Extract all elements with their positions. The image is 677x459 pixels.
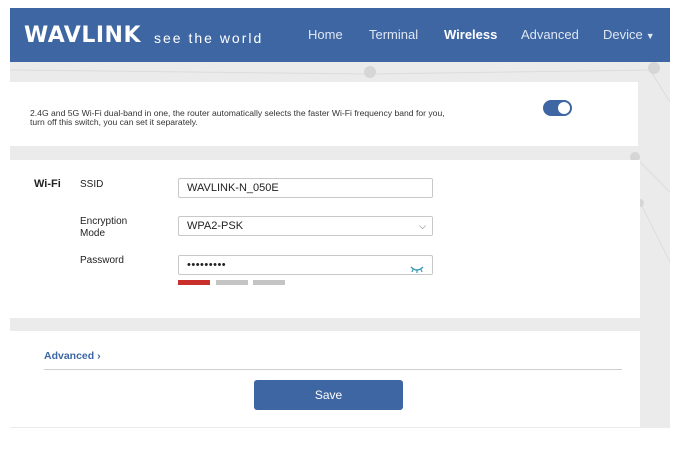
ssid-input[interactable]: WAVLINK-N_050E — [178, 178, 433, 198]
wifi-section-title: Wi-Fi — [34, 178, 61, 190]
encryption-label-line2: Mode — [80, 228, 106, 239]
dualband-toggle[interactable] — [543, 100, 572, 116]
password-strength-bar-2 — [216, 280, 248, 285]
save-button[interactable]: Save — [254, 380, 403, 410]
nav-advanced[interactable]: Advanced — [521, 27, 579, 42]
encryption-label-line1: Encryption — [80, 216, 128, 227]
wavlink-logo[interactable]: WAVLINK — [24, 23, 141, 48]
ssid-value: WAVLINK-N_050E — [187, 182, 279, 194]
nav-wireless[interactable]: Wireless — [444, 27, 497, 42]
dualband-description-line2: turn off this switch, you can set it sep… — [30, 117, 198, 127]
dualband-card: 2.4G and 5G Wi-Fi dual-band in one, the … — [10, 82, 638, 146]
top-header: WAVLINK see the world Home Terminal Wire… — [10, 8, 670, 62]
encryption-mode-label: Encryption Mode — [80, 216, 127, 240]
nav-terminal[interactable]: Terminal — [369, 27, 418, 42]
password-strength-bar-3 — [253, 280, 285, 285]
nav-device-label: Device — [603, 27, 643, 42]
toggle-knob — [558, 102, 570, 114]
advanced-link-label: Advanced — [44, 350, 95, 362]
advanced-link[interactable]: Advanced › — [44, 350, 101, 362]
encryption-mode-value: WPA2-PSK — [187, 220, 244, 232]
eye-closed-icon[interactable] — [410, 261, 424, 279]
chevron-right-icon: › — [97, 350, 101, 362]
password-strength-bar-1 — [178, 280, 210, 285]
divider — [44, 369, 622, 370]
password-value: ••••••••• — [187, 259, 227, 271]
ssid-label: SSID — [80, 179, 104, 190]
dualband-description: 2.4G and 5G Wi-Fi dual-band in one, the … — [30, 109, 530, 127]
caret-down-icon: ▼ — [645, 31, 655, 41]
password-input[interactable]: ••••••••• — [178, 255, 433, 275]
brand-tagline: see the world — [154, 30, 264, 46]
wifi-settings-card: Wi-Fi SSID WAVLINK-N_050E Encryption Mod… — [10, 160, 640, 318]
nav-home[interactable]: Home — [308, 27, 343, 42]
nav-device[interactable]: Device ▼ — [603, 27, 655, 42]
encryption-mode-select[interactable]: WPA2-PSK ⌵ — [178, 216, 433, 236]
chevron-down-icon: ⌵ — [419, 221, 426, 231]
password-label: Password — [80, 255, 124, 266]
advanced-save-card: Advanced › Save — [10, 331, 640, 427]
